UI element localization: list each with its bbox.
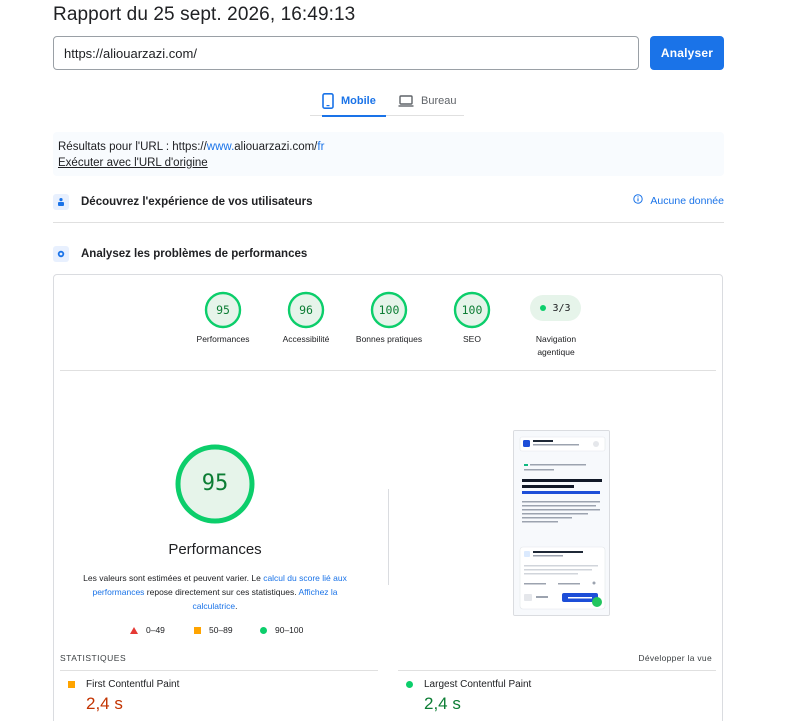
experience-section-header: Découvrez l'expérience de vos utilisateu…: [53, 190, 724, 214]
analyze-button[interactable]: Analyser: [650, 36, 724, 70]
tab-desktop-label: Bureau: [421, 95, 457, 107]
metric-fcp-name: First Contentful Paint: [86, 679, 180, 690]
score-gauge-best-practices[interactable]: 100: [369, 290, 409, 330]
metric-lcp-value: 2,4 s: [424, 694, 461, 713]
agentic-navigation-label: Navigation agentique: [535, 334, 577, 357]
agentic-navigation-pill[interactable]: 3/3: [530, 295, 581, 321]
tab-mobile[interactable]: Mobile: [322, 86, 386, 117]
performance-title: Analysez les problèmes de performances: [81, 248, 308, 260]
score-label-best-practices: Bonnes pratiques: [355, 334, 423, 344]
section-divider: [53, 222, 724, 223]
score-label-performance: Performances: [196, 334, 250, 344]
smartphone-icon: [322, 93, 334, 109]
url-results-panel: Résultats pour l'URL : https://www.aliou…: [53, 132, 724, 176]
score-gauge-accessibility[interactable]: 96: [286, 290, 326, 330]
tab-desktop[interactable]: Bureau: [398, 86, 456, 116]
device-tabs: Mobile Bureau: [310, 86, 464, 117]
score-gauge-performance[interactable]: 95: [203, 290, 243, 330]
url-input[interactable]: [53, 36, 639, 70]
page-screenshot-thumbnail: [513, 430, 610, 616]
report-title: Rapport du 25 sept. 2026, 16:49:13: [53, 4, 356, 25]
orange-square-icon: [194, 626, 201, 634]
users-icon: [53, 194, 69, 210]
metric-fcp-value: 2,4 s: [86, 694, 123, 713]
info-icon: [633, 194, 644, 207]
statistics-label: STATISTIQUES: [60, 653, 127, 663]
score-label-seo: SEO: [463, 334, 481, 344]
pass-dot-icon: [540, 305, 547, 311]
analyzed-url: Résultats pour l'URL : https://www.aliou…: [58, 141, 325, 153]
metric-lcp: Largest Contentful Paint 2,4 s: [406, 679, 531, 714]
performance-icon: [53, 246, 69, 262]
run-original-url-link[interactable]: Exécuter avec l'URL d'origine: [58, 157, 208, 169]
score-gauge-seo[interactable]: 100: [452, 290, 492, 330]
legend-average: 50–89: [194, 625, 233, 635]
legend-pass: 90–100: [260, 625, 303, 635]
main-performance-gauge: 95: [174, 443, 256, 525]
score-disclaimer: Les valeurs sont estimées et peuvent var…: [83, 573, 347, 611]
metric-lcp-name: Largest Contentful Paint: [424, 679, 532, 690]
green-circle-icon: [260, 626, 267, 634]
stats-divider-left: [60, 670, 378, 671]
stats-divider-right: [398, 670, 716, 671]
tab-mobile-label: Mobile: [341, 95, 376, 107]
laptop-icon: [398, 95, 414, 107]
main-performance-title: Performances: [168, 541, 262, 558]
no-data-link[interactable]: Aucune donnée: [633, 194, 724, 207]
report-card: 95 Performances 96 Accessibilité 100 Bon…: [53, 274, 723, 721]
metric-fcp: First Contentful Paint 2,4 s: [68, 679, 179, 714]
green-circle-icon: [406, 681, 413, 688]
experience-title: Découvrez l'expérience de vos utilisateu…: [81, 196, 313, 208]
expand-view-link[interactable]: Développer la vue: [638, 653, 712, 663]
performance-section-header: Analysez les problèmes de performances: [53, 242, 724, 266]
card-divider: [60, 370, 716, 371]
score-label-accessibility: Accessibilité: [282, 334, 330, 344]
orange-square-icon: [68, 681, 75, 688]
legend-fail: 0–49: [130, 625, 165, 635]
vertical-divider: [388, 489, 389, 585]
red-triangle-icon: [130, 626, 138, 634]
